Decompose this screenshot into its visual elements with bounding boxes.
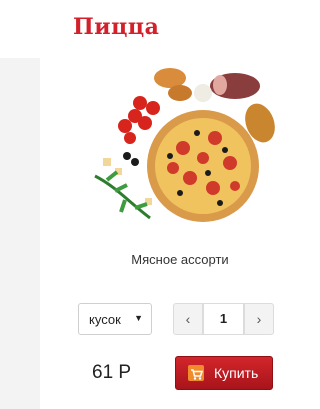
dropdown-arrow-icon: ▼ [134,313,143,323]
left-panel [0,58,40,409]
category-title: Пицца [73,14,160,40]
unit-select[interactable]: кусок ▼ [78,303,152,335]
quantity-input[interactable]: 1 [203,303,244,335]
decrease-quantity-button[interactable]: ‹ [173,303,203,335]
product-image[interactable] [85,58,285,236]
cart-icon [188,365,204,381]
product-price: 61 Р [92,362,132,383]
buy-button[interactable]: Купить [175,356,273,390]
buy-button-label: Купить [214,365,259,381]
increase-quantity-button[interactable]: › [244,303,274,335]
unit-select-value: кусок [89,312,121,327]
product-name: Мясное ассорти [131,252,229,267]
